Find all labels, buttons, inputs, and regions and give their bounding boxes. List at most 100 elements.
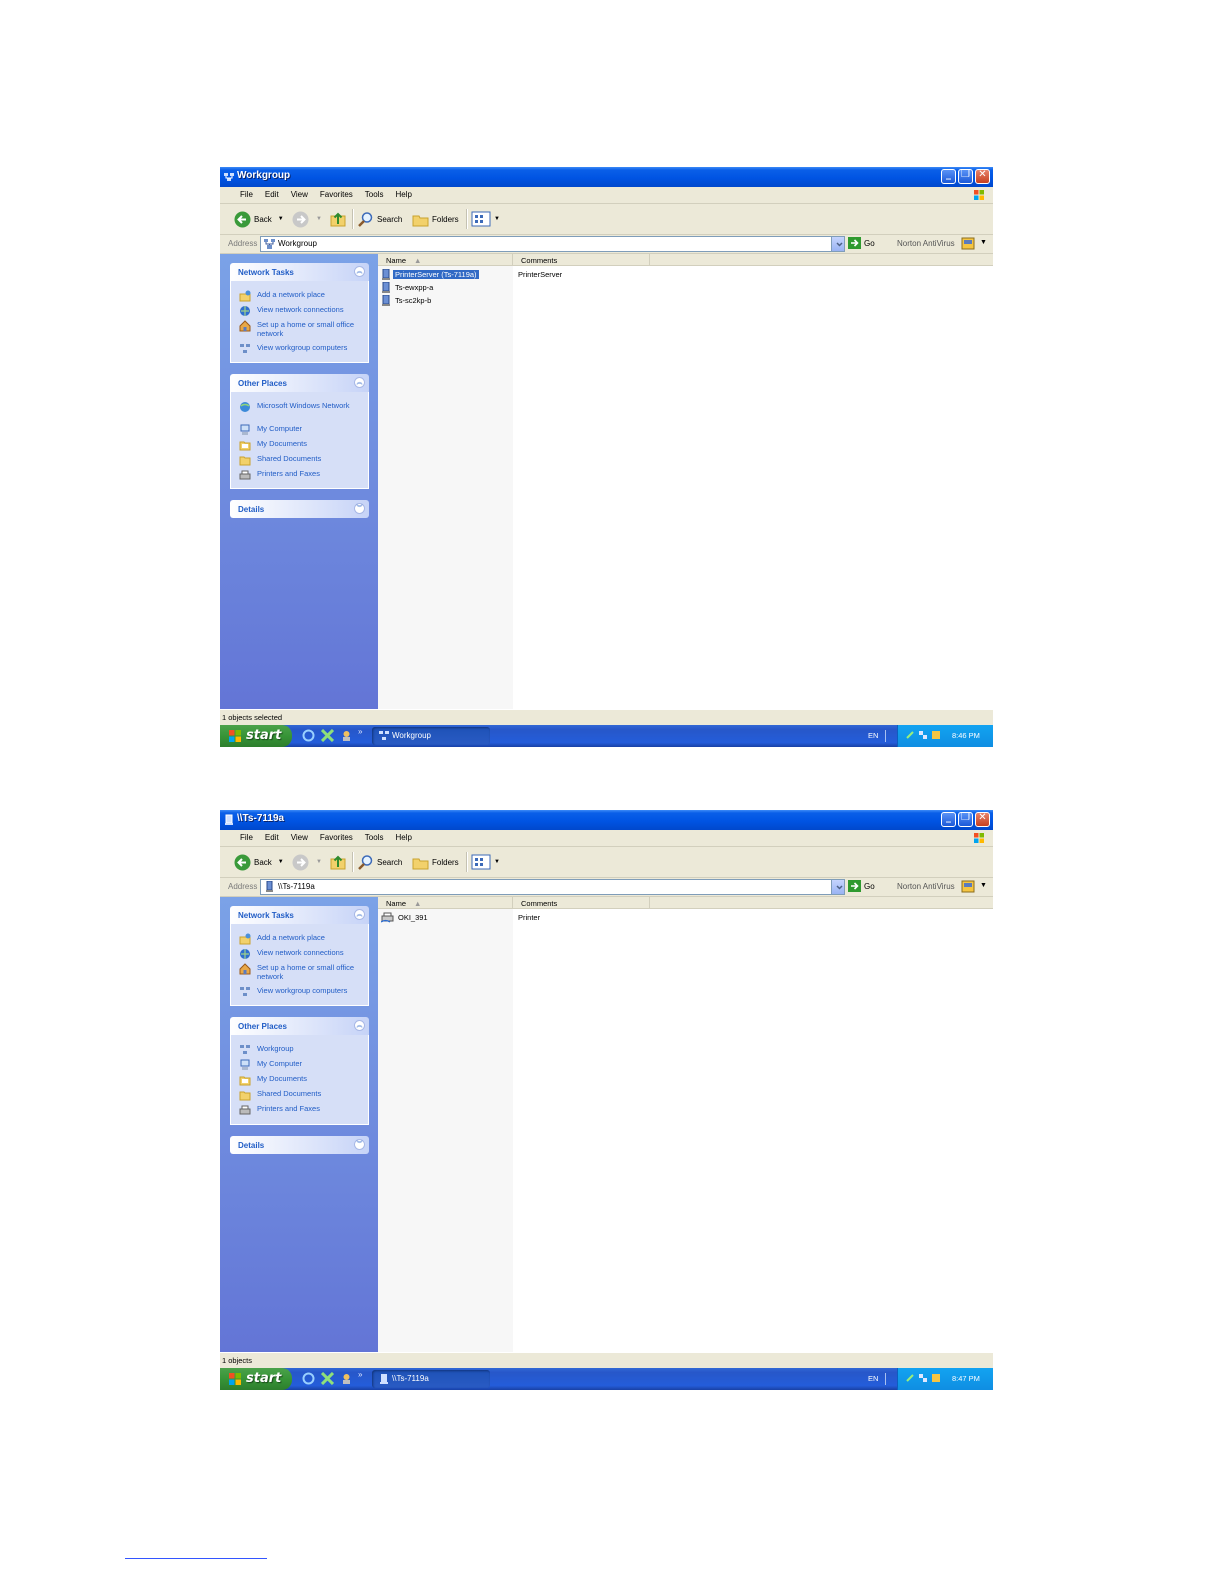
place-my-documents[interactable]: My Documents — [239, 1074, 357, 1086]
task-view-workgroup-computers[interactable]: View workgroup computers — [239, 343, 357, 355]
details-header[interactable]: Details ︾ — [230, 1136, 369, 1154]
collapse-chevron-icon[interactable]: ︽ — [354, 266, 365, 277]
minimize-button[interactable]: _ — [941, 169, 956, 184]
taskbar-button-window[interactable]: \\Ts-7119a — [372, 1370, 490, 1388]
views-dropdown-icon[interactable]: ▼ — [494, 859, 500, 865]
restore-button[interactable]: ❐ — [958, 812, 973, 827]
go-button[interactable]: Go — [848, 237, 875, 249]
norton-dropdown-icon[interactable]: ▼ — [980, 882, 987, 889]
internet-explorer-icon[interactable] — [302, 729, 315, 742]
messenger-icon[interactable] — [340, 729, 353, 742]
start-button[interactable]: start — [220, 725, 292, 747]
language-indicator[interactable]: EN — [868, 1374, 878, 1383]
collapse-chevron-icon[interactable]: ︽ — [354, 1020, 365, 1031]
title-bar[interactable]: Workgroup _ ❐ ✕ — [220, 167, 993, 187]
place-printers-and-faxes[interactable]: Printers and Faxes — [239, 469, 357, 481]
minimize-button[interactable]: _ — [941, 812, 956, 827]
place-my-documents[interactable]: My Documents — [239, 439, 357, 451]
address-input[interactable]: Workgroup — [260, 236, 845, 252]
expand-chevron-icon[interactable]: ︾ — [354, 503, 365, 514]
close-button[interactable]: ✕ — [975, 169, 990, 184]
network-computers-icon[interactable] — [918, 730, 928, 740]
task-add-network-place[interactable]: Add a network place — [239, 290, 357, 302]
views-button[interactable]: ▼ — [471, 210, 500, 228]
list-item[interactable]: Ts-sc2kp-b — [381, 294, 433, 306]
network-computers-icon[interactable] — [918, 1373, 928, 1383]
media-player-icon[interactable] — [321, 729, 334, 742]
quick-launch-more-icon[interactable]: » — [358, 727, 362, 736]
norton-antivirus-label[interactable]: Norton AntiVirus — [897, 239, 955, 248]
collapse-chevron-icon[interactable]: ︽ — [354, 909, 365, 920]
network-status-icon[interactable] — [905, 730, 915, 740]
antivirus-tray-icon[interactable] — [931, 730, 941, 740]
language-indicator[interactable]: EN — [868, 731, 878, 740]
file-list[interactable]: Name ▲ Comments PrinterServer (Ts-7119a)… — [378, 254, 993, 709]
back-dropdown-icon[interactable]: ▼ — [278, 859, 284, 865]
list-item[interactable]: PrinterServer (Ts-7119a) — [381, 268, 479, 280]
up-folder-button[interactable] — [330, 853, 350, 871]
file-list[interactable]: Name ▲ Comments OKI_391 Printer — [378, 897, 993, 1352]
norton-antivirus-icon[interactable] — [961, 880, 975, 893]
place-printers-and-faxes[interactable]: Printers and Faxes — [239, 1104, 357, 1116]
other-places-header[interactable]: Other Places ︽ — [230, 1017, 369, 1035]
antivirus-tray-icon[interactable] — [931, 1373, 941, 1383]
close-button[interactable]: ✕ — [975, 812, 990, 827]
place-shared-documents[interactable]: Shared Documents — [239, 454, 357, 466]
search-button[interactable]: Search — [357, 210, 402, 228]
menu-tools[interactable]: Tools — [359, 190, 390, 199]
task-view-network-connections[interactable]: View network connections — [239, 948, 357, 960]
views-button[interactable]: ▼ — [471, 853, 500, 871]
norton-antivirus-icon[interactable] — [961, 237, 975, 250]
menu-tools[interactable]: Tools — [359, 833, 390, 842]
folders-button[interactable]: Folders — [412, 853, 459, 871]
task-view-network-connections[interactable]: View network connections — [239, 305, 357, 317]
folders-button[interactable]: Folders — [412, 210, 459, 228]
start-button[interactable]: start — [220, 1368, 292, 1390]
media-player-icon[interactable] — [321, 1372, 334, 1385]
address-input[interactable]: \\Ts-7119a — [260, 879, 845, 895]
title-bar[interactable]: \\Ts-7119a _ ❐ ✕ — [220, 810, 993, 830]
menu-favorites[interactable]: Favorites — [314, 190, 359, 199]
menu-help[interactable]: Help — [389, 190, 417, 199]
forward-button[interactable]: ▼ — [292, 210, 322, 228]
forward-button[interactable]: ▼ — [292, 853, 322, 871]
list-item[interactable]: OKI_391 — [381, 911, 430, 923]
place-microsoft-windows-network[interactable]: Microsoft Windows Network — [239, 401, 357, 413]
collapse-chevron-icon[interactable]: ︽ — [354, 377, 365, 388]
forward-dropdown-icon[interactable]: ▼ — [316, 859, 322, 865]
menu-favorites[interactable]: Favorites — [314, 833, 359, 842]
menu-file[interactable]: File — [234, 833, 259, 842]
back-dropdown-icon[interactable]: ▼ — [278, 216, 284, 222]
task-setup-home-network[interactable]: Set up a home or small office network — [239, 963, 357, 981]
restore-button[interactable]: ❐ — [958, 169, 973, 184]
taskbar-button-window[interactable]: Workgroup — [372, 727, 490, 745]
place-my-computer[interactable]: My Computer — [239, 1059, 357, 1071]
menu-view[interactable]: View — [285, 833, 314, 842]
place-shared-documents[interactable]: Shared Documents — [239, 1089, 357, 1101]
expand-chevron-icon[interactable]: ︾ — [354, 1139, 365, 1150]
internet-explorer-icon[interactable] — [302, 1372, 315, 1385]
place-my-computer[interactable]: My Computer — [239, 424, 357, 436]
details-header[interactable]: Details ︾ — [230, 500, 369, 518]
task-add-network-place[interactable]: Add a network place — [239, 933, 357, 945]
forward-dropdown-icon[interactable]: ▼ — [316, 216, 322, 222]
menu-view[interactable]: View — [285, 190, 314, 199]
menu-help[interactable]: Help — [389, 833, 417, 842]
menu-edit[interactable]: Edit — [259, 833, 285, 842]
task-setup-home-network[interactable]: Set up a home or small office network — [239, 320, 357, 338]
network-tasks-header[interactable]: Network Tasks ︽ — [230, 263, 369, 281]
norton-dropdown-icon[interactable]: ▼ — [980, 239, 987, 246]
place-workgroup[interactable]: Workgroup — [239, 1044, 357, 1056]
column-header-comments[interactable]: Comments — [513, 254, 650, 266]
back-button[interactable]: Back ▼ — [234, 853, 284, 871]
address-dropdown-button[interactable] — [831, 237, 844, 251]
list-item[interactable]: Ts-ewxpp-a — [381, 281, 435, 293]
menu-file[interactable]: File — [234, 190, 259, 199]
column-header-comments[interactable]: Comments — [513, 897, 650, 909]
network-status-icon[interactable] — [905, 1373, 915, 1383]
messenger-icon[interactable] — [340, 1372, 353, 1385]
go-button[interactable]: Go — [848, 880, 875, 892]
other-places-header[interactable]: Other Places ︽ — [230, 374, 369, 392]
up-folder-button[interactable] — [330, 210, 350, 228]
menu-edit[interactable]: Edit — [259, 190, 285, 199]
